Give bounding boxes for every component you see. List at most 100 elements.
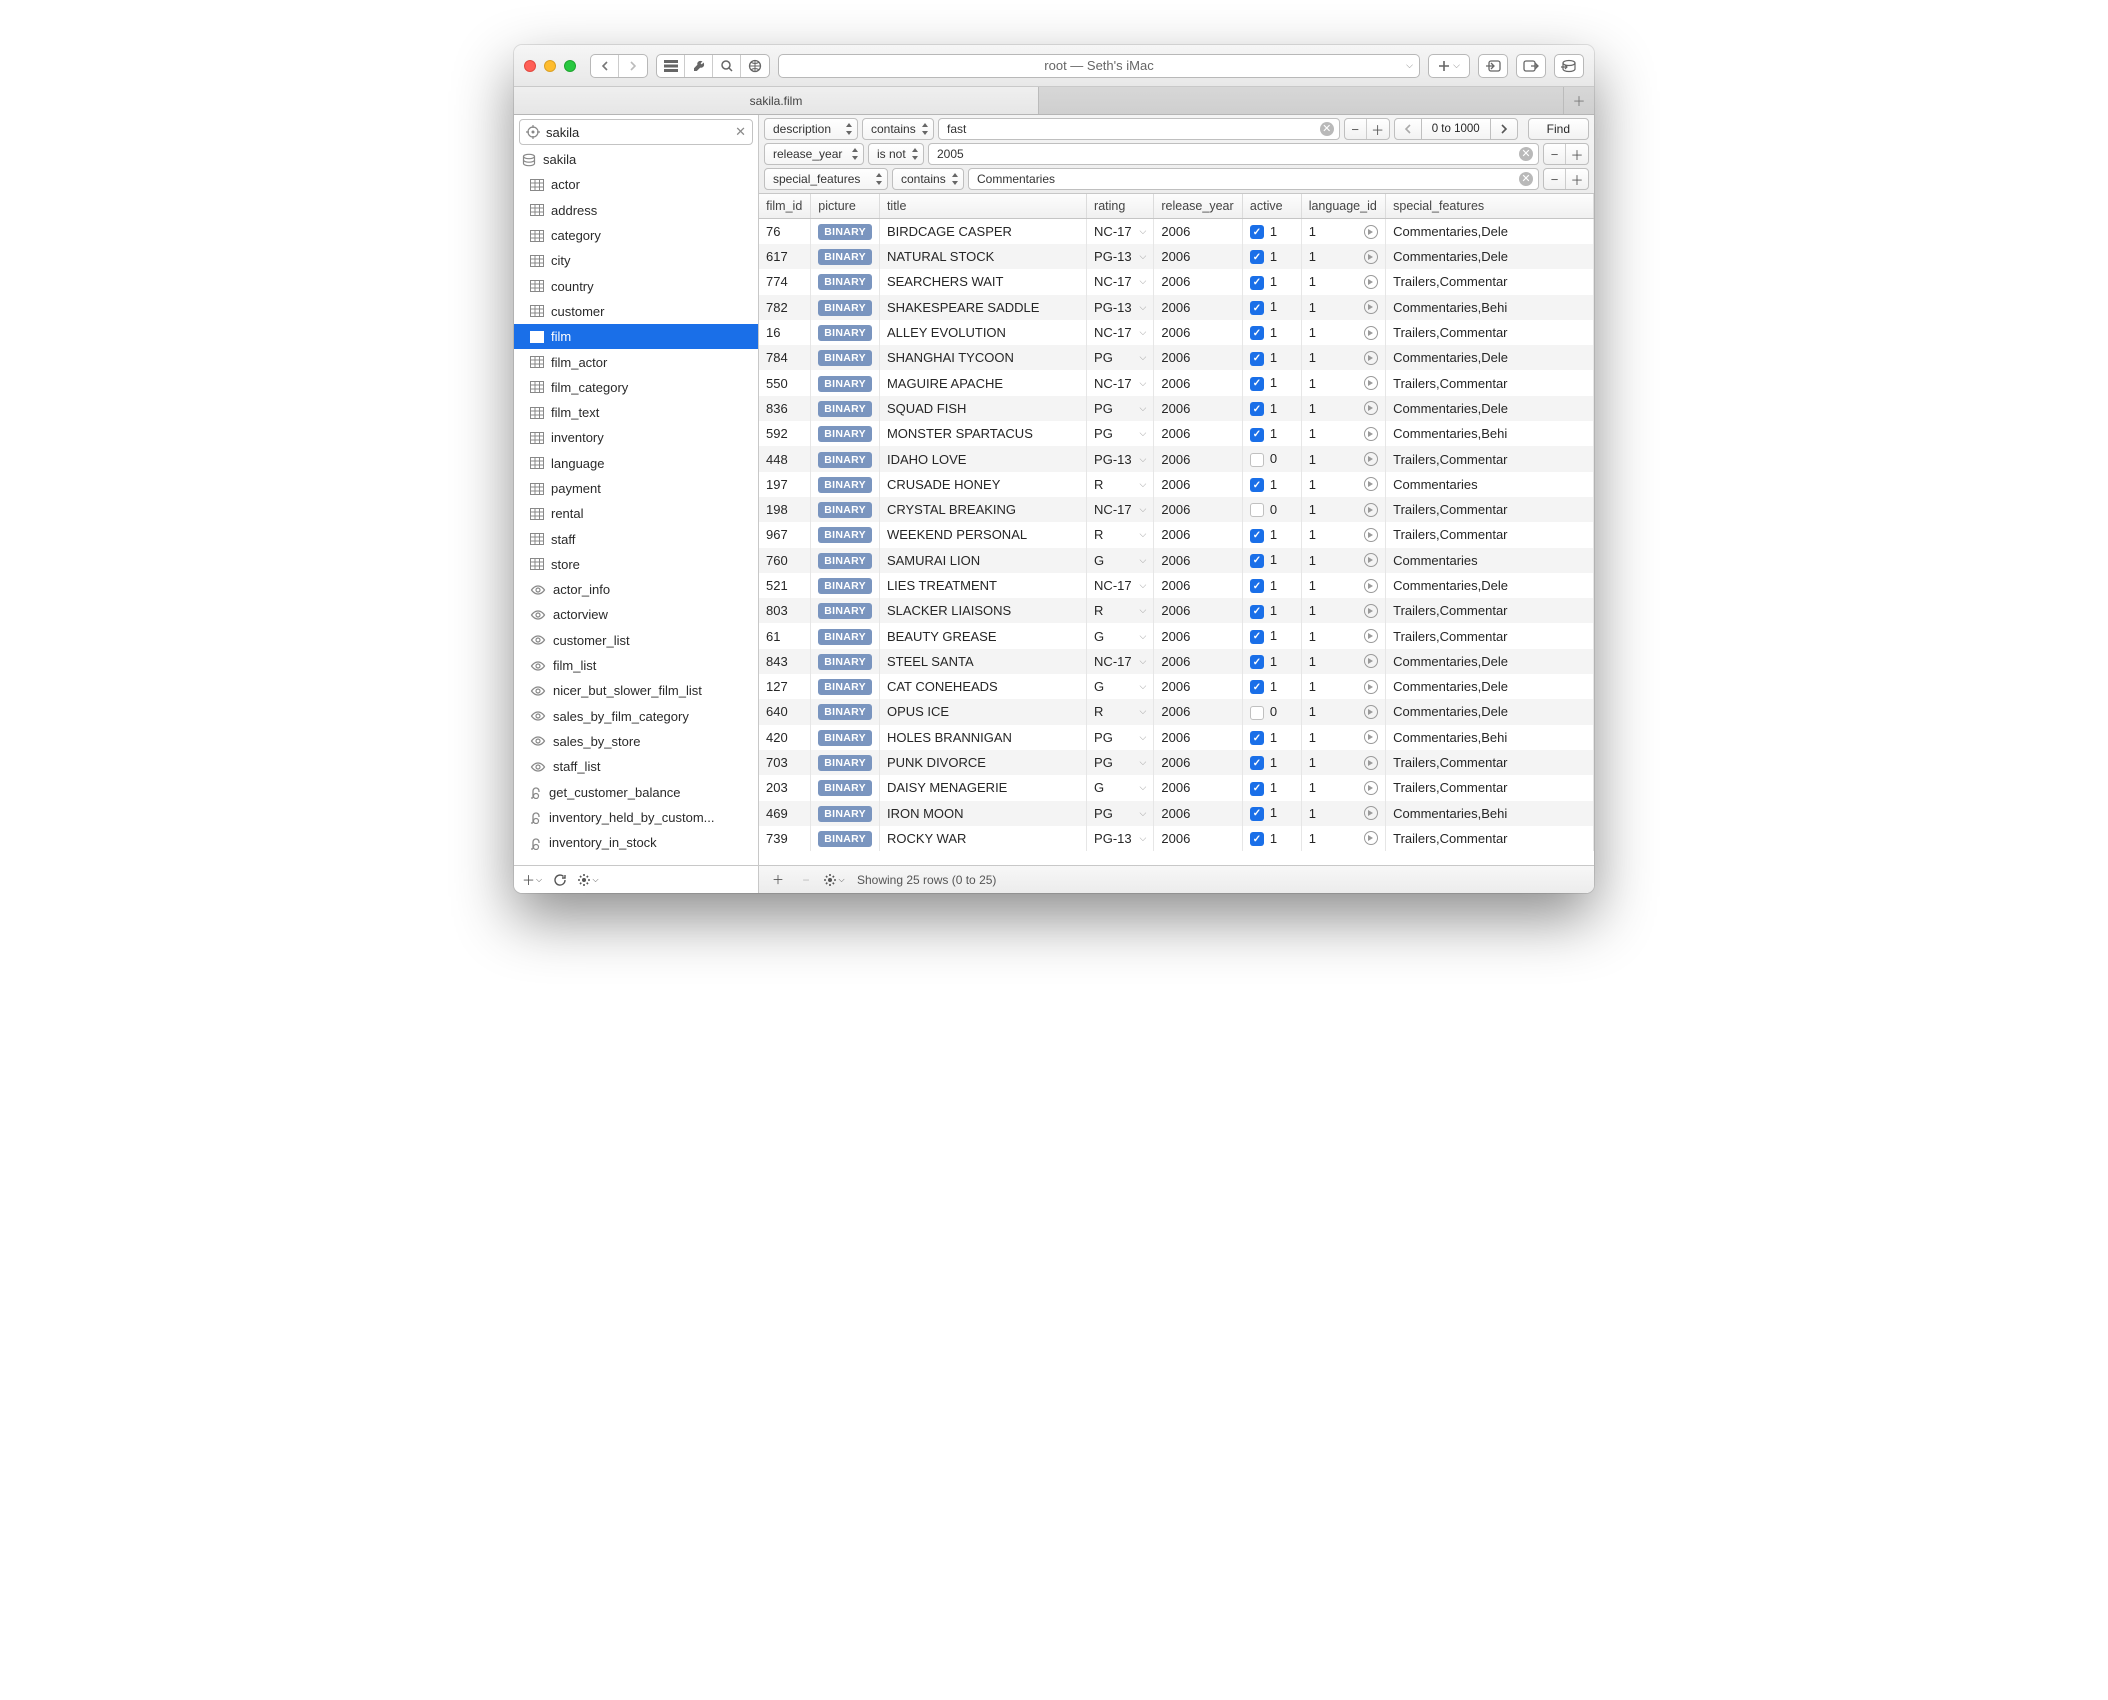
cell-special-features[interactable]: Commentaries,Behi	[1386, 801, 1594, 826]
clear-icon[interactable]: ✕	[1320, 122, 1334, 136]
cell-rating[interactable]: G⌵	[1087, 775, 1154, 800]
search-button[interactable]	[713, 55, 741, 77]
foreign-key-icon[interactable]	[1364, 275, 1378, 289]
cell-rating[interactable]: PG-13⌵	[1087, 826, 1154, 851]
cell-special-features[interactable]: Trailers,Commentar	[1386, 269, 1594, 294]
column-header-film_id[interactable]: film_id	[759, 194, 811, 219]
cell-picture[interactable]: BINARY	[811, 269, 880, 294]
cell-film-id[interactable]: 843	[759, 649, 811, 674]
cell-picture[interactable]: BINARY	[811, 421, 880, 446]
cell-title[interactable]: IDAHO LOVE	[879, 446, 1086, 471]
cell-title[interactable]: SHANGHAI TYCOON	[879, 345, 1086, 370]
cell-rating[interactable]: NC-17⌵	[1087, 320, 1154, 345]
refresh-button[interactable]	[548, 870, 572, 890]
cell-picture[interactable]: BINARY	[811, 826, 880, 851]
cell-active[interactable]: 1	[1242, 396, 1301, 421]
cell-special-features[interactable]: Trailers,Commentar	[1386, 775, 1594, 800]
add-row-button[interactable]: ＋	[767, 870, 789, 890]
sidebar-item-store[interactable]: store	[514, 552, 758, 577]
cell-picture[interactable]: BINARY	[811, 219, 880, 245]
cell-active[interactable]: 1	[1242, 421, 1301, 446]
sidebar-item-language[interactable]: language	[514, 451, 758, 476]
cell-active[interactable]: 1	[1242, 725, 1301, 750]
sidebar-item-staff[interactable]: staff	[514, 526, 758, 551]
checkbox[interactable]	[1250, 630, 1264, 644]
foreign-key-icon[interactable]	[1364, 225, 1378, 239]
table-row[interactable]: 448BINARYIDAHO LOVEPG-13⌵200601Trailers,…	[759, 446, 1594, 471]
cell-film-id[interactable]: 521	[759, 573, 811, 598]
checkbox[interactable]	[1250, 782, 1264, 796]
cell-film-id[interactable]: 76	[759, 219, 811, 245]
checkbox[interactable]	[1250, 453, 1264, 467]
cell-film-id[interactable]: 640	[759, 699, 811, 724]
sidebar-item-nicer_but_slower_film_list[interactable]: nicer_but_slower_film_list	[514, 678, 758, 703]
cell-rating[interactable]: NC-17⌵	[1087, 573, 1154, 598]
database-selector[interactable]: sakila ✕	[519, 119, 753, 145]
cell-picture[interactable]: BINARY	[811, 649, 880, 674]
column-header-title[interactable]: title	[879, 194, 1086, 219]
checkbox[interactable]	[1250, 529, 1264, 543]
filter-field-select[interactable]: release_year	[764, 143, 864, 165]
checkbox[interactable]	[1250, 301, 1264, 315]
cell-special-features[interactable]: Trailers,Commentar	[1386, 320, 1594, 345]
cell-rating[interactable]: R⌵	[1087, 699, 1154, 724]
cell-title[interactable]: NATURAL STOCK	[879, 244, 1086, 269]
cell-language-id[interactable]: 1	[1301, 699, 1385, 724]
table-row[interactable]: 760BINARYSAMURAI LIONG⌵200611Commentarie…	[759, 548, 1594, 573]
table-row[interactable]: 640BINARYOPUS ICER⌵200601Commentaries,De…	[759, 699, 1594, 724]
cell-language-id[interactable]: 1	[1301, 522, 1385, 547]
cell-release-year[interactable]: 2006	[1154, 750, 1243, 775]
cell-special-features[interactable]: Trailers,Commentar	[1386, 370, 1594, 395]
cell-title[interactable]: MONSTER SPARTACUS	[879, 421, 1086, 446]
cell-special-features[interactable]: Trailers,Commentar	[1386, 497, 1594, 522]
add-filter-button[interactable]: ＋	[1367, 119, 1389, 139]
foreign-key-icon[interactable]	[1364, 806, 1378, 820]
structure-view-button[interactable]	[657, 55, 685, 77]
cell-film-id[interactable]: 739	[759, 826, 811, 851]
checkbox[interactable]	[1250, 579, 1264, 593]
cell-title[interactable]: SQUAD FISH	[879, 396, 1086, 421]
cell-active[interactable]: 1	[1242, 674, 1301, 699]
cell-rating[interactable]: PG-13⌵	[1087, 446, 1154, 471]
cell-title[interactable]: MAGUIRE APACHE	[879, 370, 1086, 395]
cell-special-features[interactable]: Commentaries,Dele	[1386, 674, 1594, 699]
checkbox[interactable]	[1250, 731, 1264, 745]
cell-title[interactable]: CRYSTAL BREAKING	[879, 497, 1086, 522]
cell-picture[interactable]: BINARY	[811, 320, 880, 345]
clear-icon[interactable]: ✕	[1519, 147, 1533, 161]
cell-language-id[interactable]: 1	[1301, 320, 1385, 345]
checkbox[interactable]	[1250, 276, 1264, 290]
checkbox[interactable]	[1250, 250, 1264, 264]
cell-language-id[interactable]: 1	[1301, 623, 1385, 648]
cell-picture[interactable]: BINARY	[811, 623, 880, 648]
sidebar-item-film_text[interactable]: film_text	[514, 400, 758, 425]
next-page-button[interactable]	[1490, 118, 1518, 140]
table-row[interactable]: 197BINARYCRUSADE HONEYR⌵200611Commentari…	[759, 472, 1594, 497]
cell-rating[interactable]: NC-17⌵	[1087, 219, 1154, 245]
cell-language-id[interactable]: 1	[1301, 826, 1385, 851]
add-item-button[interactable]: ＋⌵	[520, 870, 544, 890]
cell-title[interactable]: ROCKY WAR	[879, 826, 1086, 851]
cell-rating[interactable]: PG⌵	[1087, 345, 1154, 370]
table-row[interactable]: 420BINARYHOLES BRANNIGANPG⌵200611Comment…	[759, 725, 1594, 750]
cell-special-features[interactable]: Commentaries	[1386, 472, 1594, 497]
cell-language-id[interactable]: 1	[1301, 370, 1385, 395]
cell-rating[interactable]: PG⌵	[1087, 750, 1154, 775]
cell-language-id[interactable]: 1	[1301, 573, 1385, 598]
filter-op-select[interactable]: contains	[892, 168, 964, 190]
cell-picture[interactable]: BINARY	[811, 801, 880, 826]
table-row[interactable]: 774BINARYSEARCHERS WAITNC-17⌵200611Trail…	[759, 269, 1594, 294]
gear-menu-button[interactable]: ⌵	[576, 870, 600, 890]
foreign-key-icon[interactable]	[1364, 326, 1378, 340]
filter-op-select[interactable]: is not	[868, 143, 924, 165]
table-row[interactable]: 16BINARYALLEY EVOLUTIONNC-17⌵200611Trail…	[759, 320, 1594, 345]
foreign-key-icon[interactable]	[1364, 680, 1378, 694]
checkbox[interactable]	[1250, 352, 1264, 366]
cell-rating[interactable]: NC-17⌵	[1087, 649, 1154, 674]
cell-special-features[interactable]: Commentaries,Behi	[1386, 295, 1594, 320]
table-row[interactable]: 703BINARYPUNK DIVORCEPG⌵200611Trailers,C…	[759, 750, 1594, 775]
cell-active[interactable]: 1	[1242, 269, 1301, 294]
checkbox[interactable]	[1250, 832, 1264, 846]
cell-title[interactable]: CAT CONEHEADS	[879, 674, 1086, 699]
checkbox[interactable]	[1250, 225, 1264, 239]
